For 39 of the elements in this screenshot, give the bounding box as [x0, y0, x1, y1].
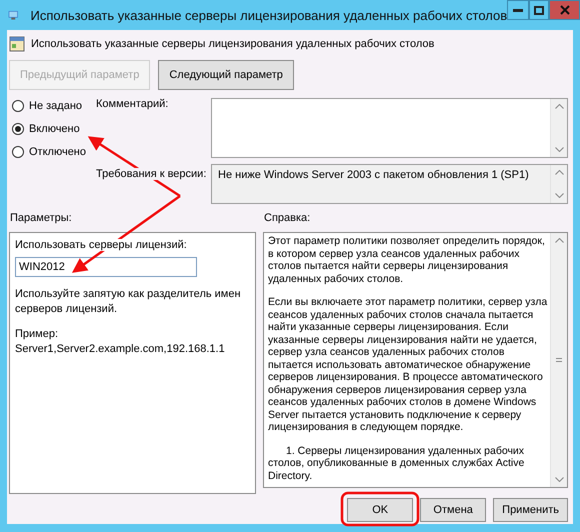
radio-label: Включено: [29, 123, 80, 135]
next-setting-button[interactable]: Следующий параметр: [158, 60, 294, 90]
scroll-up-icon[interactable]: [554, 104, 564, 109]
scroll-down-icon[interactable]: [554, 193, 564, 198]
comment-field[interactable]: [211, 98, 568, 158]
radio-button[interactable]: [12, 123, 24, 135]
scroll-thumb[interactable]: [556, 358, 562, 362]
help-paragraph: 1. Серверы лицензирования удаленных рабочих столов, опубликованные в доменных службах Active Directory.: [268, 444, 526, 482]
window-title: Использовать указанные серверы лицензирования удаленных рабочих столов: [30, 8, 508, 22]
radio-button[interactable]: [12, 146, 24, 158]
apply-button[interactable]: Применить: [493, 498, 568, 522]
ok-button[interactable]: OK: [347, 498, 414, 522]
minimize-button[interactable]: [507, 0, 529, 20]
options-label: Параметры:: [10, 212, 73, 224]
comment-label: Комментарий:: [96, 98, 170, 112]
requirements-label: Требования к версии:: [96, 168, 206, 180]
minimize-icon: [512, 8, 523, 12]
cancel-button[interactable]: Отмена: [420, 498, 486, 522]
example-text: Пример: Server1,Server2.example.com,192.168.1.1: [15, 327, 226, 357]
help-label: Справка:: [264, 212, 312, 224]
maximize-icon: [534, 6, 544, 14]
close-button[interactable]: [549, 0, 580, 20]
scroll-down-icon[interactable]: [554, 147, 564, 152]
scroll-up-icon[interactable]: [554, 238, 564, 243]
field-label: Использовать серверы лицензий:: [15, 239, 187, 251]
radio-button[interactable]: [12, 100, 24, 112]
policy-name: Использовать указанные серверы лицензирования удаленных рабочих столов: [31, 38, 434, 50]
help-paragraph: Если вы включаете этот параметр политики, сервер узла сеансов удаленных рабочих столов сначала пытается найти указанные серверы лицензирования. Если указанные серверы лицензирования найти не удается, сервер узла сеансов удаленных рабочих столов пытается использовать автоматическое обнаружение серверов лицензирования. В процессе автоматического обнаружения серверов лицензирования сервер узла сеансов удаленных рабочих столов в домене Windows Server пытается установить подключение к серверу лицензирования в следующем порядке.: [268, 296, 548, 434]
license-servers-field[interactable]: WIN2012: [15, 257, 197, 277]
maximize-button[interactable]: [528, 0, 550, 20]
scroll-up-icon[interactable]: [554, 170, 564, 175]
requirements-text: Не ниже Windows Server 2003 с пакетом обновления 1 (SP1): [218, 169, 529, 183]
help-paragraph: Этот параметр политики позволяет определить порядок, в котором сервер узла сеансов удаленных рабочих столов пытается найти серверы лицензирования удаленных рабочих столов.: [268, 235, 546, 285]
policy-icon: [9, 36, 25, 52]
radio-label: Не задано: [29, 100, 82, 112]
hint-text: Используйте запятую как разделитель имен серверов лицензий.: [15, 287, 242, 317]
close-icon: [560, 5, 570, 15]
radio-label: Отключено: [29, 146, 86, 158]
scroll-down-icon[interactable]: [554, 477, 564, 482]
